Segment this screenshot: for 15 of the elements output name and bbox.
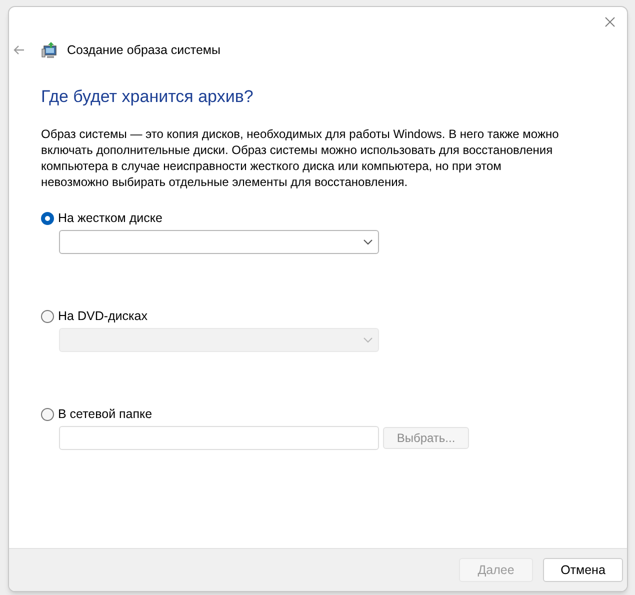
description-text: Образ системы — это копия дисков, необходимых для работы Windows. В него также можно включать дополнительные диски. Образ системы можно использовать для восстановления компьютера в случае неисправности жесткого диска или компьютера, но при этом невозможно выбирать отдельные элементы для восстановления.: [41, 126, 560, 190]
radio-label: В сетевой папке: [58, 406, 152, 423]
back-arrow-icon[interactable]: [13, 45, 25, 56]
page-heading: Где будет хранится архив?: [41, 86, 254, 108]
radio-button[interactable]: [41, 408, 54, 421]
chevron-down-icon: [363, 239, 373, 246]
radio-label: На DVD-дисках: [58, 308, 148, 325]
close-icon[interactable]: [605, 17, 615, 27]
footer-button[interactable]: Отмена: [543, 558, 623, 582]
radio-label: На жестком диске: [58, 210, 162, 227]
chevron-down-icon: [363, 337, 373, 344]
radio-button[interactable]: [41, 212, 54, 225]
window-title: Создание образа системы: [67, 42, 220, 59]
path-field[interactable]: [59, 426, 379, 450]
computer-backup-icon: [41, 41, 59, 60]
